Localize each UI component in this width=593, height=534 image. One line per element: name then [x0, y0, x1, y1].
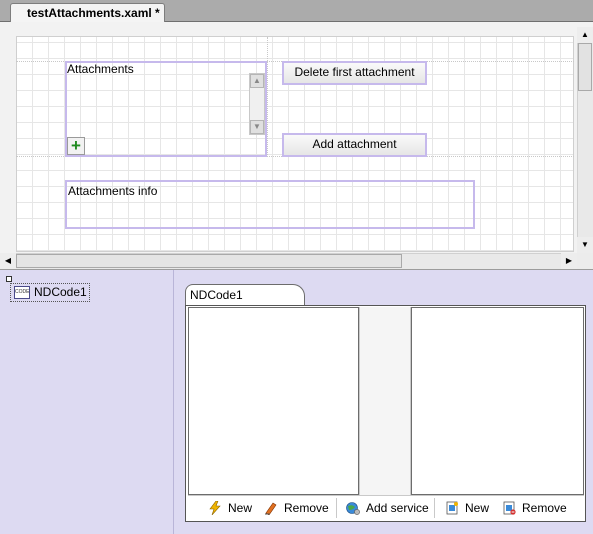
tab-ndcode1[interactable]: NDCode1 — [185, 284, 305, 305]
add-service-button-label: Add service — [366, 501, 429, 515]
scroll-left-icon[interactable]: ◀ — [0, 253, 16, 269]
component-tray — [0, 270, 174, 534]
page-remove-icon — [503, 501, 516, 515]
code-icon: CODE — [14, 286, 30, 300]
scroll-up-icon[interactable]: ▲ — [250, 74, 264, 88]
scroll-down-icon[interactable]: ▼ — [250, 120, 264, 134]
pane-splitter[interactable] — [359, 307, 411, 495]
horizontal-scroll-thumb[interactable] — [16, 254, 402, 268]
new-button[interactable]: New — [208, 498, 252, 518]
attachments-info-label: Attachments info — [68, 184, 158, 198]
remove-button-label: Remove — [284, 501, 329, 515]
toolbar-separator — [336, 498, 337, 518]
scroll-up-icon[interactable]: ▲ — [577, 27, 593, 43]
attachments-scrollbar[interactable]: ▲ ▼ — [249, 73, 265, 135]
scrollbar-corner — [577, 253, 593, 269]
remove-button[interactable]: Remove — [264, 498, 329, 518]
document-tab[interactable]: testAttachments.xaml * — [10, 3, 165, 22]
guide-line — [267, 37, 268, 157]
page-new-icon — [446, 501, 458, 515]
remove-item-button-label: Remove — [522, 501, 567, 515]
tray-component-ndcode1[interactable]: CODE NDCode1 — [10, 283, 90, 302]
plus-icon: + — [71, 136, 81, 155]
add-attachment-button[interactable]: Add attachment — [282, 133, 427, 157]
toolbar-separator — [434, 498, 435, 518]
attachments-info-field[interactable]: Attachments info — [65, 180, 475, 229]
scroll-down-icon[interactable]: ▼ — [577, 237, 593, 253]
left-list-pane[interactable] — [188, 307, 359, 495]
add-attachment-plus-button[interactable]: + — [67, 137, 85, 155]
scroll-right-icon[interactable]: ▶ — [561, 253, 577, 269]
globe-gear-icon — [346, 502, 360, 515]
remove-item-button[interactable]: Remove — [502, 498, 567, 518]
vertical-scroll-thumb[interactable] — [578, 43, 592, 91]
right-list-pane[interactable] — [411, 307, 584, 495]
selection-handle[interactable] — [6, 276, 12, 282]
attachments-label: Attachments — [67, 62, 134, 76]
new-item-button-label: New — [465, 501, 490, 515]
lightning-icon — [209, 500, 221, 515]
new-item-button[interactable]: New — [445, 498, 489, 518]
tray-component-label: NDCode1 — [34, 285, 87, 299]
eraser-icon — [265, 502, 277, 515]
add-service-button[interactable]: Add service — [346, 498, 429, 518]
new-button-label: New — [228, 501, 253, 515]
delete-first-attachment-button[interactable]: Delete first attachment — [282, 61, 427, 85]
